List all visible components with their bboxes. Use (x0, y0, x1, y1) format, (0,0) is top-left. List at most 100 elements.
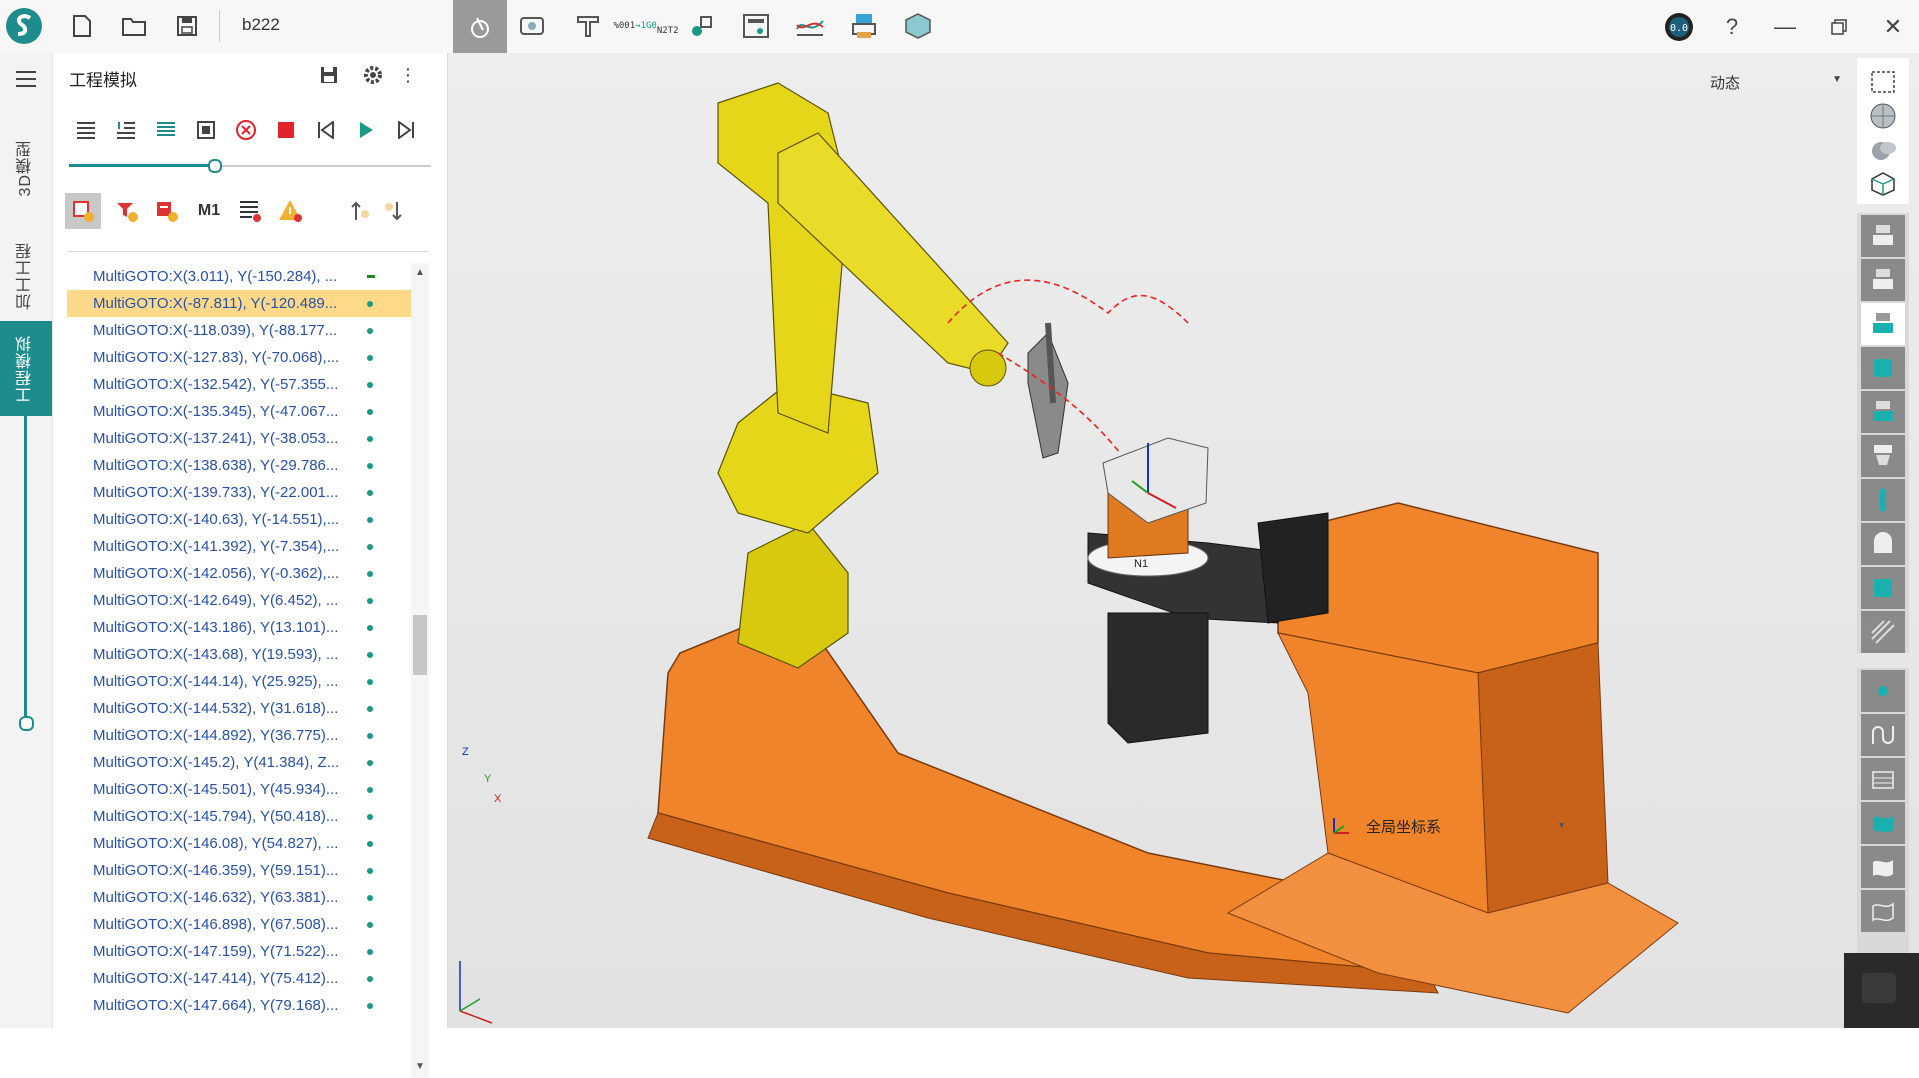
minimize-icon[interactable]: — (1768, 10, 1802, 44)
curve-icon[interactable] (1861, 714, 1905, 756)
list-scrollbar[interactable]: ▲ ▼ (411, 263, 429, 1078)
list-item[interactable]: MultiGOTO:X(-144.14), Y(25.925), ... (67, 668, 411, 695)
endmill-icon[interactable] (1861, 479, 1905, 521)
menu-icon[interactable] (10, 63, 42, 95)
list-item[interactable]: MultiGOTO:X(-147.664), Y(79.168)... (67, 992, 411, 1019)
step-forward-icon[interactable] (391, 115, 421, 145)
sort-down-icon[interactable] (379, 193, 409, 229)
close-icon[interactable]: ✕ (1876, 10, 1910, 44)
app-logo-icon[interactable] (4, 6, 44, 46)
list-item[interactable]: MultiGOTO:X(-142.649), Y(6.452), ... (67, 587, 411, 614)
list-item[interactable]: MultiGOTO:X(-144.532), Y(31.618)... (67, 695, 411, 722)
side-slider-handle[interactable] (19, 716, 34, 731)
scroll-thumb[interactable] (413, 615, 427, 675)
calculator-icon[interactable] (736, 6, 776, 46)
list-item[interactable]: MultiGOTO:X(-145.2), Y(41.384), Z... (67, 749, 411, 776)
list-item[interactable]: MultiGOTO:X(-147.414), Y(75.412)... (67, 965, 411, 992)
tool-view-1-icon[interactable] (1861, 215, 1905, 257)
list-item[interactable]: MultiGOTO:X(-142.056), Y(-0.362),... (67, 560, 411, 587)
open-folder-icon[interactable] (114, 6, 154, 46)
save-icon[interactable] (167, 6, 207, 46)
list-item[interactable]: MultiGOTO:X(-127.83), Y(-70.068),... (67, 344, 411, 371)
list-item[interactable]: MultiGOTO:X(-144.892), Y(36.775)... (67, 722, 411, 749)
shaded-solid-icon[interactable] (1865, 134, 1901, 166)
scroll-down-icon[interactable]: ▼ (415, 1061, 425, 1072)
play-icon[interactable] (351, 115, 381, 145)
view-thumbnail[interactable] (1844, 953, 1919, 1028)
compact-list-icon[interactable] (151, 115, 181, 145)
more-vert-icon[interactable]: ⋮ (399, 63, 417, 87)
tab-machining-process[interactable]: 加工工程 (0, 233, 52, 318)
stock-icon[interactable] (1861, 567, 1905, 609)
help-icon[interactable]: ? (1715, 10, 1749, 44)
filter-list-icon[interactable] (233, 193, 269, 229)
list-item[interactable]: MultiGOTO:X(-141.392), Y(-7.354),... (67, 533, 411, 560)
list-item[interactable]: MultiGOTO:X(-146.08), Y(54.827), ... (67, 830, 411, 857)
3d-viewport[interactable]: Z Y X N1 动态 ▼ 全局坐标系 ▼ (448, 53, 1919, 1028)
tab-simulation[interactable]: 工程模拟 (0, 321, 52, 416)
fit-view-icon[interactable] (191, 115, 221, 145)
restore-icon[interactable] (1822, 10, 1856, 44)
surface-wire-icon[interactable] (1861, 890, 1905, 932)
surface-mesh-icon[interactable] (1861, 758, 1905, 800)
panel-save-icon[interactable] (317, 63, 341, 87)
nc-code-icon[interactable]: %001 →1G0 N2T2 (613, 6, 678, 46)
list-item[interactable]: MultiGOTO:X(-140.63), Y(-14.551),... (67, 506, 411, 533)
filter-m1-icon[interactable]: M1 (191, 193, 227, 229)
sim-icon[interactable] (682, 6, 722, 46)
list-item[interactable]: MultiGOTO:X(-143.68), Y(19.593), ... (67, 641, 411, 668)
surface-flat-icon[interactable] (1861, 846, 1905, 888)
tool-view-2-icon[interactable] (1861, 259, 1905, 301)
indent-list-icon[interactable] (111, 115, 141, 145)
tab-3d-model[interactable]: 3D模型 (0, 108, 52, 228)
list-item[interactable]: MultiGOTO:X(-132.542), Y(-57.355... (67, 371, 411, 398)
side-slider-track[interactable] (24, 406, 27, 716)
sort-up-icon[interactable] (345, 193, 375, 229)
warning-icon[interactable] (273, 193, 309, 229)
surface-icon[interactable] (1861, 802, 1905, 844)
filter-tool-icon[interactable] (109, 193, 145, 229)
list-item[interactable]: MultiGOTO:X(3.011), Y(-150.284), ... (67, 263, 411, 290)
list-item[interactable]: MultiGOTO:X(-146.632), Y(63.381)... (67, 884, 411, 911)
tool-view-4-icon[interactable] (1861, 347, 1905, 389)
point-icon[interactable] (1861, 670, 1905, 712)
tool-view-5-icon[interactable] (1861, 391, 1905, 433)
list-item[interactable]: MultiGOTO:X(-138.638), Y(-29.786... (67, 452, 411, 479)
list-item[interactable]: MultiGOTO:X(-135.345), Y(-47.067... (67, 398, 411, 425)
new-file-icon[interactable] (62, 6, 102, 46)
chart-icon[interactable] (790, 6, 830, 46)
wireframe-box-icon[interactable] (1865, 66, 1901, 98)
list-item[interactable]: MultiGOTO:X(-147.159), Y(71.522)... (67, 938, 411, 965)
cancel-circle-icon[interactable] (231, 115, 261, 145)
list-item[interactable]: MultiGOTO:X(-146.898), Y(67.508)... (67, 911, 411, 938)
tool-view-3-icon[interactable] (1861, 303, 1905, 345)
settings-gear-icon[interactable] (361, 63, 385, 87)
step-back-icon[interactable] (311, 115, 341, 145)
select-tool-icon[interactable] (453, 0, 507, 53)
progress-handle[interactable] (208, 159, 222, 173)
scroll-up-icon[interactable]: ▲ (415, 267, 425, 278)
cube-view-icon[interactable] (1865, 168, 1901, 200)
coord-system-dropdown[interactable]: 全局坐标系 ▼ (1366, 816, 1566, 838)
list-item[interactable]: MultiGOTO:X(-139.733), Y(-22.001... (67, 479, 411, 506)
tool-view-6-icon[interactable] (1861, 435, 1905, 477)
holder-icon[interactable] (1861, 523, 1905, 565)
hatch-icon[interactable] (1861, 611, 1905, 653)
view-mode-dropdown[interactable]: 动态 ▼ (1710, 70, 1850, 94)
list-item[interactable]: MultiGOTO:X(-87.811), Y(-120.489... (67, 290, 411, 317)
list-view-icon[interactable] (71, 115, 101, 145)
fixture-icon[interactable] (568, 6, 608, 46)
list-item[interactable]: MultiGOTO:X(-118.039), Y(-88.177... (67, 317, 411, 344)
filter-collision-icon[interactable] (149, 193, 185, 229)
mesh-sphere-icon[interactable] (1865, 100, 1901, 132)
filter-error-icon[interactable] (65, 193, 101, 229)
list-item[interactable]: MultiGOTO:X(-145.501), Y(45.934)... (67, 776, 411, 803)
user-avatar[interactable]: 0.0 (1662, 10, 1696, 44)
list-item[interactable]: MultiGOTO:X(-146.359), Y(59.151)... (67, 857, 411, 884)
printer-icon[interactable] (844, 6, 884, 46)
package-icon[interactable] (898, 6, 938, 46)
list-item[interactable]: MultiGOTO:X(-143.186), Y(13.101)... (67, 614, 411, 641)
list-item[interactable]: MultiGOTO:X(-137.241), Y(-38.053... (67, 425, 411, 452)
stop-icon[interactable] (271, 115, 301, 145)
measure-icon[interactable] (514, 6, 554, 46)
